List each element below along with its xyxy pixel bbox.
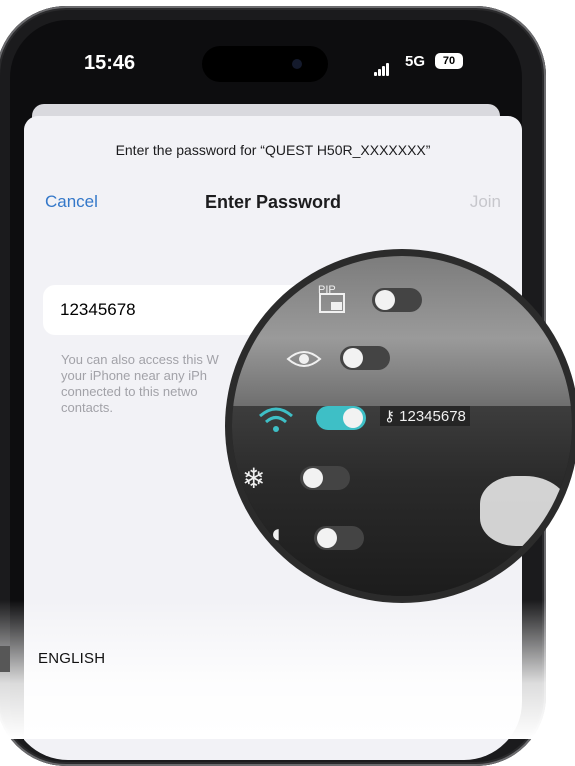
device-screen-inset: PIP ⚷ 12345678 ❄ ◖ <box>232 256 572 596</box>
wifi-icon <box>259 407 293 432</box>
camera-icon <box>292 59 302 69</box>
cancel-button[interactable]: Cancel <box>45 192 98 212</box>
partial-icon: ◖ <box>268 518 284 548</box>
thermal-sky <box>232 256 572 406</box>
sheet-title: Enter Password <box>204 192 342 212</box>
status-time: 15:46 <box>84 52 136 74</box>
pip-icon <box>319 293 345 313</box>
signal-icon <box>374 58 390 76</box>
language-marker <box>0 646 10 672</box>
language-label: ENGLISH <box>38 650 106 667</box>
display-toggle[interactable] <box>340 346 390 370</box>
snowflake-icon: ❄ <box>242 463 266 494</box>
thermal-animal <box>480 476 570 546</box>
bottom-fade <box>0 600 575 739</box>
status-bar: 15:46 5G 70 <box>10 20 522 90</box>
wifi-toggle[interactable] <box>316 406 366 430</box>
sheet-nav-bar: Cancel Enter Password Join <box>24 186 522 216</box>
eye-icon <box>286 351 322 367</box>
key-icon: ⚷ <box>384 408 400 425</box>
bottom-toggle[interactable] <box>314 526 364 550</box>
dynamic-island <box>202 46 328 82</box>
cooling-toggle[interactable] <box>300 466 350 490</box>
battery-icon: 70 <box>435 53 463 69</box>
password-value: 12345678 <box>60 300 136 319</box>
join-button[interactable]: Join <box>470 192 501 212</box>
network-type: 5G <box>405 53 426 70</box>
wifi-password-value: 12345678 <box>399 408 466 425</box>
password-prompt: Enter the password for “QUEST H50R_XXXXX… <box>115 142 431 158</box>
pip-toggle[interactable] <box>372 288 422 312</box>
wifi-password-label: ⚷ 12345678 <box>380 406 470 426</box>
